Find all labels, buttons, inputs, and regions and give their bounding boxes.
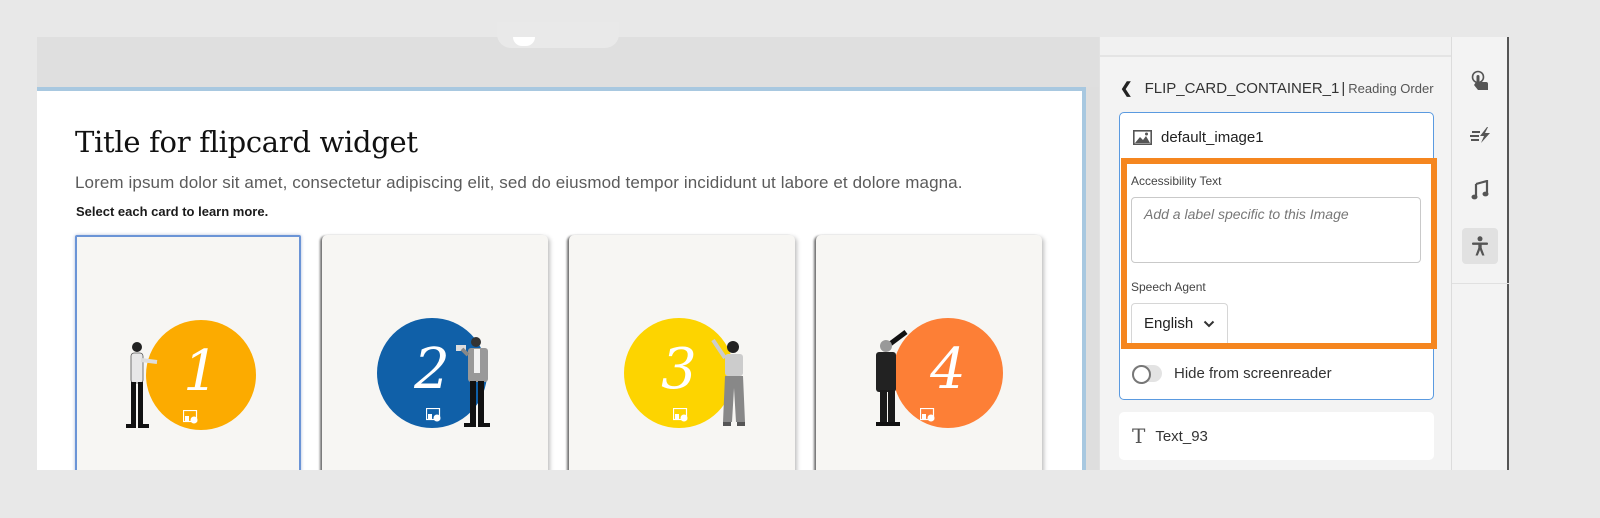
- reading-order-item-text[interactable]: T Text_93: [1119, 412, 1434, 460]
- hide-from-screenreader-label: Hide from screenreader: [1174, 365, 1332, 382]
- speech-agent-select[interactable]: English: [1131, 303, 1228, 343]
- accessibility-text-input[interactable]: [1131, 197, 1421, 263]
- chevron-down-icon: [1203, 320, 1215, 327]
- reading-order-panel: ❮ FLIP_CARD_CONTAINER_1 | Reading Order …: [1099, 37, 1452, 470]
- flip-card-3[interactable]: 3: [569, 235, 795, 470]
- widget-instruction[interactable]: Select each card to learn more.: [76, 204, 268, 219]
- accessibility-icon: [1472, 236, 1488, 256]
- image-placeholder-icon: [426, 408, 441, 422]
- person-figure-icon: [456, 337, 490, 427]
- flip-card-4[interactable]: 4: [816, 235, 1042, 470]
- canvas-handle-tab[interactable]: [497, 22, 619, 48]
- flip-card-1[interactable]: 1: [75, 235, 301, 470]
- image-placeholder-icon: [673, 408, 688, 422]
- card-number: 1: [183, 338, 219, 404]
- breadcrumb-separator: |: [1341, 80, 1346, 97]
- flipcard-widget-stage: Title for flipcard widget Lorem ipsum do…: [37, 87, 1086, 470]
- widget-title[interactable]: Title for flipcard widget: [75, 125, 418, 159]
- item-name: default_image1: [1161, 129, 1264, 146]
- card-number: 2: [414, 336, 450, 402]
- rail-button-animation[interactable]: [1462, 117, 1498, 153]
- card-number: 3: [661, 336, 697, 402]
- rail-button-accessibility[interactable]: [1462, 228, 1498, 264]
- speech-agent-value: English: [1144, 315, 1194, 332]
- rail-button-audio[interactable]: [1462, 172, 1498, 208]
- card-number: 4: [930, 336, 966, 402]
- hide-from-screenreader-row: Hide from screenreader: [1132, 365, 1332, 384]
- music-icon: [1471, 180, 1489, 200]
- speech-agent-label: Speech Agent: [1131, 280, 1206, 294]
- card-circle: 1: [146, 320, 256, 430]
- person-figure-icon: [876, 330, 908, 426]
- item-header: default_image1: [1133, 129, 1264, 146]
- rail-button-interaction[interactable]: [1462, 63, 1498, 99]
- rail-divider: [1452, 283, 1509, 284]
- container-name: FLIP_CARD_CONTAINER_1: [1144, 80, 1340, 97]
- image-placeholder-icon: [920, 408, 935, 422]
- flip-card-2[interactable]: 2: [322, 235, 548, 470]
- person-figure-icon: [126, 342, 158, 428]
- widget-description[interactable]: Lorem ipsum dolor sit amet, consectetur …: [75, 173, 963, 193]
- properties-icon-rail: [1451, 37, 1509, 470]
- canvas-gutter: [1086, 87, 1099, 470]
- item-name: Text_93: [1155, 427, 1208, 445]
- hide-from-screenreader-toggle[interactable]: [1132, 365, 1162, 384]
- image-icon: [1133, 130, 1152, 145]
- text-icon: T: [1132, 424, 1146, 448]
- panel-top-strip: [1100, 37, 1452, 57]
- image-placeholder-icon: [183, 410, 198, 424]
- effects-icon: [1470, 127, 1490, 143]
- touch-icon: [1471, 70, 1488, 90]
- person-figure-icon: [711, 338, 745, 426]
- panel-breadcrumb: ❮ FLIP_CARD_CONTAINER_1 | Reading Order: [1120, 79, 1434, 97]
- section-name: Reading Order: [1348, 81, 1434, 96]
- accessibility-text-label: Accessibility Text: [1131, 174, 1222, 188]
- accessibility-highlight-box: Accessibility Text Speech Agent English: [1121, 158, 1437, 349]
- back-chevron-icon[interactable]: ❮: [1120, 79, 1133, 97]
